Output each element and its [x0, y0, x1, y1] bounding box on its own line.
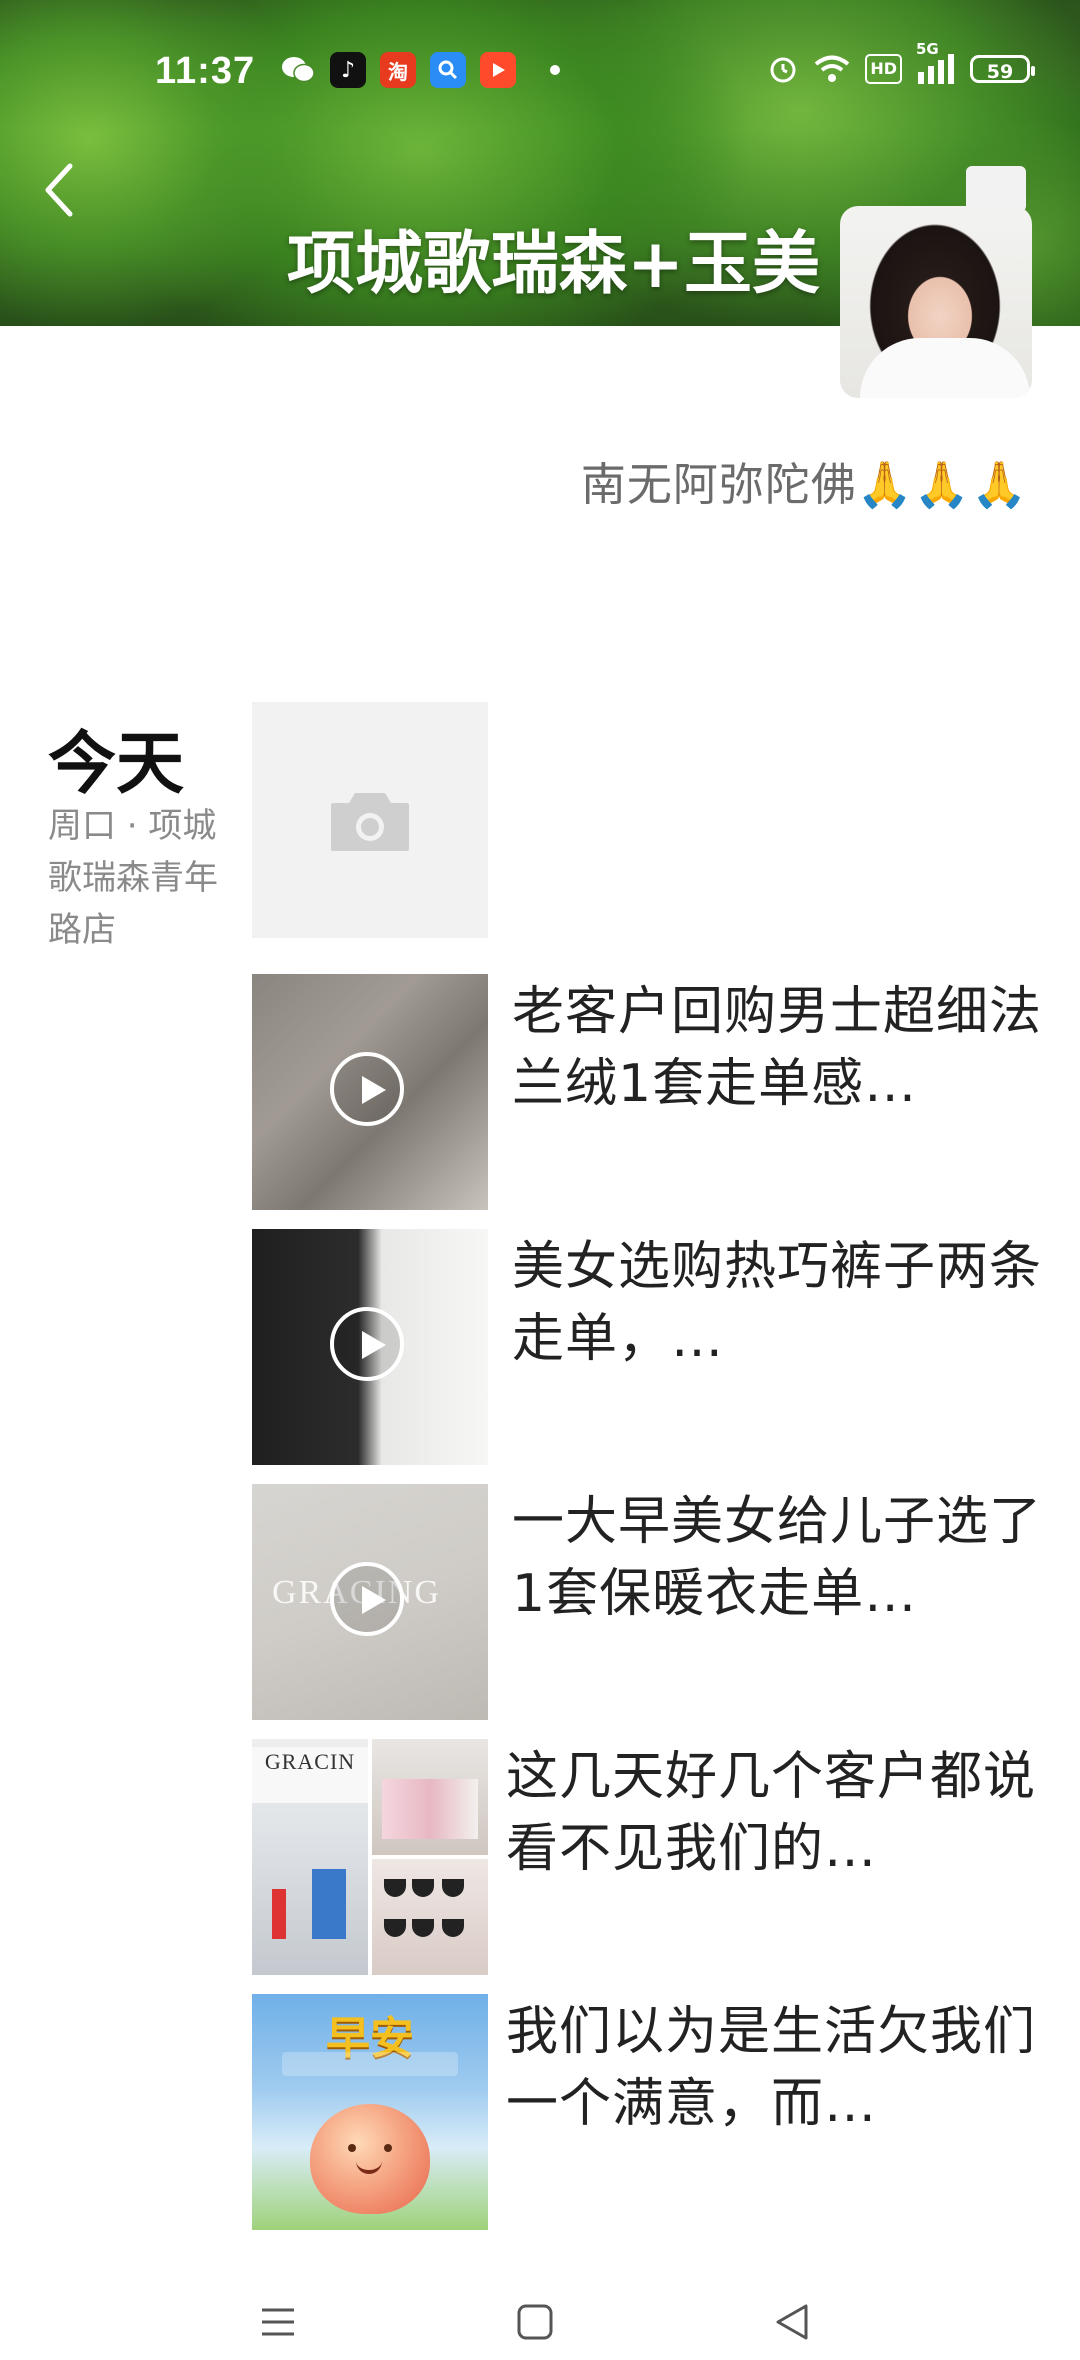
back-triangle-icon: [776, 2304, 808, 2340]
home-button[interactable]: [515, 2302, 555, 2346]
post-text[interactable]: 一大早美女给儿子选了1套保暖衣走单…: [512, 1486, 1042, 1630]
alarm-icon: [767, 52, 799, 86]
post-text[interactable]: 这几天好几个客户都说看不见我们的…: [506, 1741, 1036, 1885]
more-notifications-dot: [550, 65, 560, 75]
post-text[interactable]: 美女选购热巧裤子两条走单，…: [512, 1231, 1042, 1375]
post-thumbnail[interactable]: 早安: [252, 1994, 488, 2230]
wifi-icon: [813, 52, 851, 86]
system-status-icons: HD 5G 59: [767, 40, 1035, 86]
home-icon: [517, 2304, 553, 2340]
profile-name: 项城歌瑞森+玉美: [287, 225, 820, 304]
play-icon: [330, 1562, 404, 1636]
signal-icon: 5G: [916, 40, 956, 86]
notification-icons: ♪ 淘: [280, 52, 560, 88]
status-time: 11:37: [155, 50, 256, 92]
avatar[interactable]: [840, 206, 1032, 398]
network-type-label: 5G: [916, 40, 939, 58]
thumbnail-sign-text: GRACIN: [252, 1747, 368, 1803]
nav-back-button[interactable]: [772, 2302, 812, 2346]
video-app-icon: [480, 52, 516, 88]
tiktok-icon: ♪: [330, 52, 366, 88]
hd-icon: HD: [865, 54, 902, 84]
post-thumbnail[interactable]: GRACIN: [252, 1739, 488, 1975]
menu-icon: [262, 2308, 294, 2336]
post-text[interactable]: 老客户回购男士超细法兰绒1套走单感…: [512, 976, 1042, 1120]
status-bar: 11:37 ♪ 淘 HD 5G 59: [0, 40, 1080, 100]
menu-button[interactable]: [258, 2302, 298, 2346]
search-app-icon: [430, 52, 466, 88]
system-navigation-bar: [0, 2290, 1080, 2360]
taobao-icon: 淘: [380, 52, 416, 88]
day-label: 今天: [48, 725, 185, 804]
camera-icon: [331, 793, 409, 851]
post-thumbnail[interactable]: [252, 974, 488, 1210]
post-text[interactable]: 我们以为是生活欠我们一个满意，而…: [506, 1996, 1036, 2140]
post-thumbnail[interactable]: GRACING: [252, 1484, 488, 1720]
profile-signature: 南无阿弥陀佛🙏🙏🙏: [580, 458, 1028, 511]
play-icon: [330, 1307, 404, 1381]
add-post-button[interactable]: [252, 702, 488, 938]
battery-icon: 59: [970, 55, 1035, 83]
post-thumbnail[interactable]: [252, 1229, 488, 1465]
post-location: 周口 · 项城歌瑞森青年路店: [48, 806, 218, 950]
wechat-icon: [280, 52, 316, 88]
play-icon: [330, 1052, 404, 1126]
